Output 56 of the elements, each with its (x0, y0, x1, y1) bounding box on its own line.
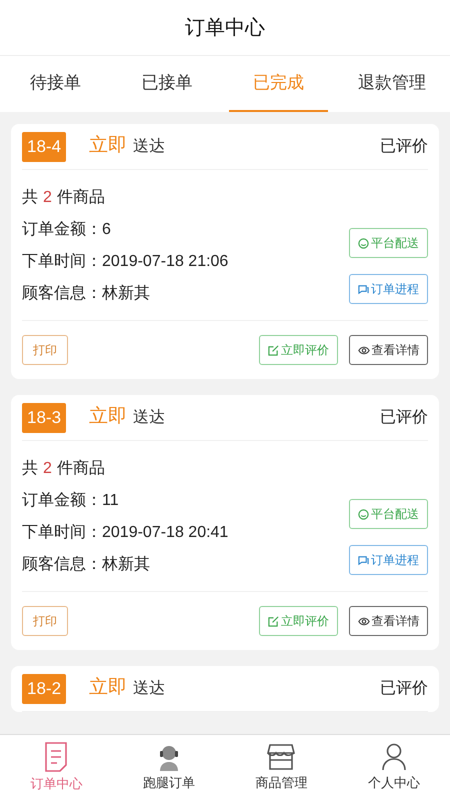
nav-item[interactable]: 个人中心 (338, 735, 450, 800)
order-status: 已评价 (380, 678, 428, 698)
item-count: 共 2 件商品 (22, 458, 106, 479)
delivery-speed: 立即 (89, 134, 128, 158)
tab[interactable]: 已接单 (117, 56, 216, 112)
field-value: 林新其 (102, 554, 150, 575)
progress-button[interactable]: 订单进程 (349, 274, 428, 304)
chat-icon (358, 554, 369, 566)
eye-icon (358, 344, 370, 356)
order-status: 已评价 (380, 408, 428, 428)
field-value: 2019-07-18 21:06 (102, 252, 228, 272)
order-status: 已评价 (380, 136, 428, 156)
field-label: 订单金额： (22, 490, 102, 511)
page-title: 订单中心 (185, 16, 265, 40)
item-count: 共 2 件商品 (22, 188, 106, 208)
delivery-label: 送达 (133, 408, 166, 428)
nav-item[interactable]: 跑腿订单 (112, 735, 225, 800)
order-number: 18-3 (22, 402, 66, 432)
print-button[interactable]: 打印 (22, 335, 68, 365)
edit-icon (268, 616, 279, 626)
store-icon (267, 742, 296, 771)
tab[interactable]: 待接单 (6, 56, 106, 112)
edit-icon (268, 344, 279, 356)
field-label: 下单时间： (22, 522, 102, 543)
order-number: 18-4 (22, 132, 66, 162)
delivery-button[interactable]: 平台配送 (349, 499, 428, 529)
chat-icon (358, 284, 369, 294)
details-button[interactable]: 查看详情 (349, 335, 428, 365)
order-number: 18-2 (22, 674, 66, 704)
tab[interactable]: 退款管理 (334, 56, 450, 112)
delivery-speed: 立即 (89, 676, 128, 700)
review-button[interactable]: 立即评价 (259, 606, 338, 636)
details-button[interactable]: 查看详情 (349, 606, 428, 636)
field-label: 订单金额： (22, 220, 102, 240)
document-icon (44, 742, 68, 772)
delivery-button[interactable]: 平台配送 (349, 228, 428, 258)
field-value: 6 (102, 220, 111, 240)
print-button[interactable]: 打印 (22, 606, 68, 636)
field-value: 林新其 (102, 284, 150, 304)
field-label: 顾客信息： (22, 554, 102, 575)
delivery-label: 送达 (133, 678, 166, 698)
review-button[interactable]: 立即评价 (259, 335, 338, 365)
field-label: 顾客信息： (22, 284, 102, 304)
tab[interactable]: 已完成 (228, 56, 328, 112)
progress-button[interactable]: 订单进程 (349, 545, 428, 575)
delivery-label: 送达 (133, 136, 166, 156)
field-value: 2019-07-18 20:41 (102, 523, 228, 543)
person-icon (382, 742, 406, 771)
eye-icon (358, 616, 370, 626)
nav-item[interactable]: 订单中心 (0, 735, 112, 800)
smile-icon (358, 238, 369, 248)
field-value: 11 (102, 491, 119, 511)
delivery-speed: 立即 (89, 405, 128, 430)
field-label: 下单时间： (22, 252, 102, 272)
nav-item[interactable]: 商品管理 (225, 735, 338, 800)
smile-icon (358, 508, 369, 520)
